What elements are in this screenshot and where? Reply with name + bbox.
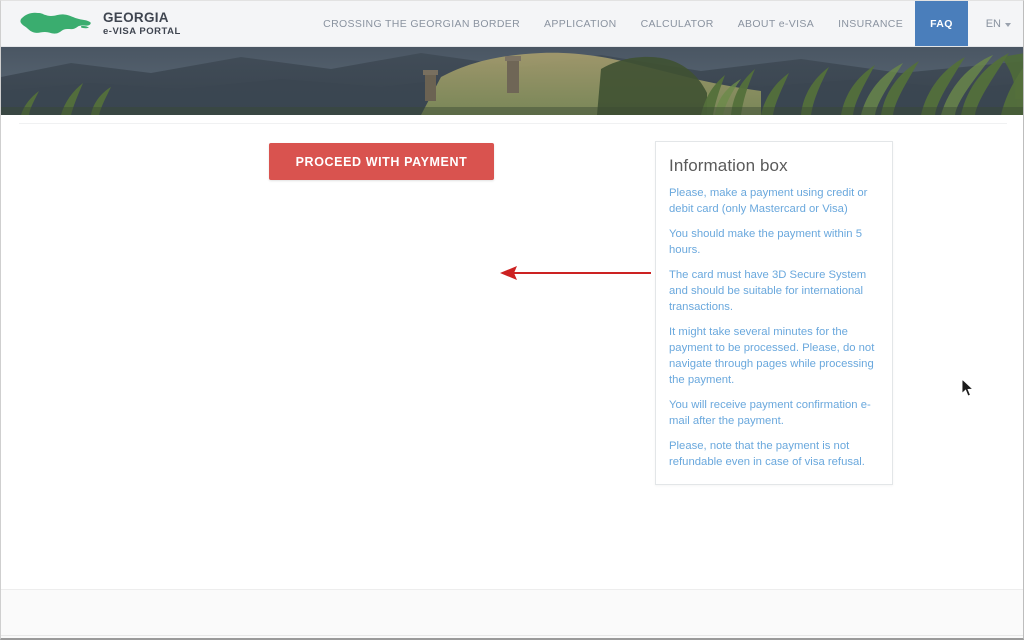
hero-banner-image xyxy=(1,47,1024,115)
footer-divider xyxy=(1,635,1024,636)
list-item: You should make the payment within 5 hou… xyxy=(669,226,877,258)
information-box: Information box Please, make a payment u… xyxy=(655,141,893,485)
chevron-down-icon xyxy=(1005,23,1011,27)
information-box-title: Information box xyxy=(669,156,877,176)
brand-logo[interactable]: GEORGIA e-VISA PORTAL xyxy=(19,1,181,46)
proceed-with-payment-button[interactable]: PROCEED WITH PAYMENT xyxy=(269,143,494,180)
nav-item-application[interactable]: APPLICATION xyxy=(532,1,629,46)
list-item: The card must have 3D Secure System and … xyxy=(669,267,877,315)
main-content: PROCEED WITH PAYMENT Information box Ple… xyxy=(1,115,1024,589)
nav-item-calculator[interactable]: CALCULATOR xyxy=(629,1,726,46)
information-box-list: Please, make a payment using credit or d… xyxy=(669,185,877,470)
georgia-map-icon xyxy=(19,9,93,39)
annotation-arrow-icon xyxy=(498,261,653,287)
brand-title: GEORGIA xyxy=(103,11,181,25)
brand-subtitle: e-VISA PORTAL xyxy=(103,27,181,37)
site-header: GEORGIA e-VISA PORTAL CROSSING THE GEORG… xyxy=(1,1,1024,47)
list-item: Please, note that the payment is not ref… xyxy=(669,438,877,470)
nav-item-about-e-visa[interactable]: ABOUT e-VISA xyxy=(726,1,826,46)
language-label: EN xyxy=(986,18,1001,30)
list-item: Please, make a payment using credit or d… xyxy=(669,185,877,217)
list-item: It might take several minutes for the pa… xyxy=(669,324,877,388)
site-footer xyxy=(1,589,1024,639)
nav-item-insurance[interactable]: INSURANCE xyxy=(826,1,915,46)
nav-item-crossing-the-georgian-border[interactable]: CROSSING THE GEORGIAN BORDER xyxy=(311,1,532,46)
nav-item-faq[interactable]: FAQ xyxy=(915,1,968,46)
content-divider xyxy=(19,123,1007,124)
main-navigation: CROSSING THE GEORGIAN BORDER APPLICATION… xyxy=(311,1,1024,46)
language-selector[interactable]: EN xyxy=(968,1,1024,46)
list-item: You will receive payment confirmation e-… xyxy=(669,397,877,429)
page-root: GEORGIA e-VISA PORTAL CROSSING THE GEORG… xyxy=(0,0,1024,640)
